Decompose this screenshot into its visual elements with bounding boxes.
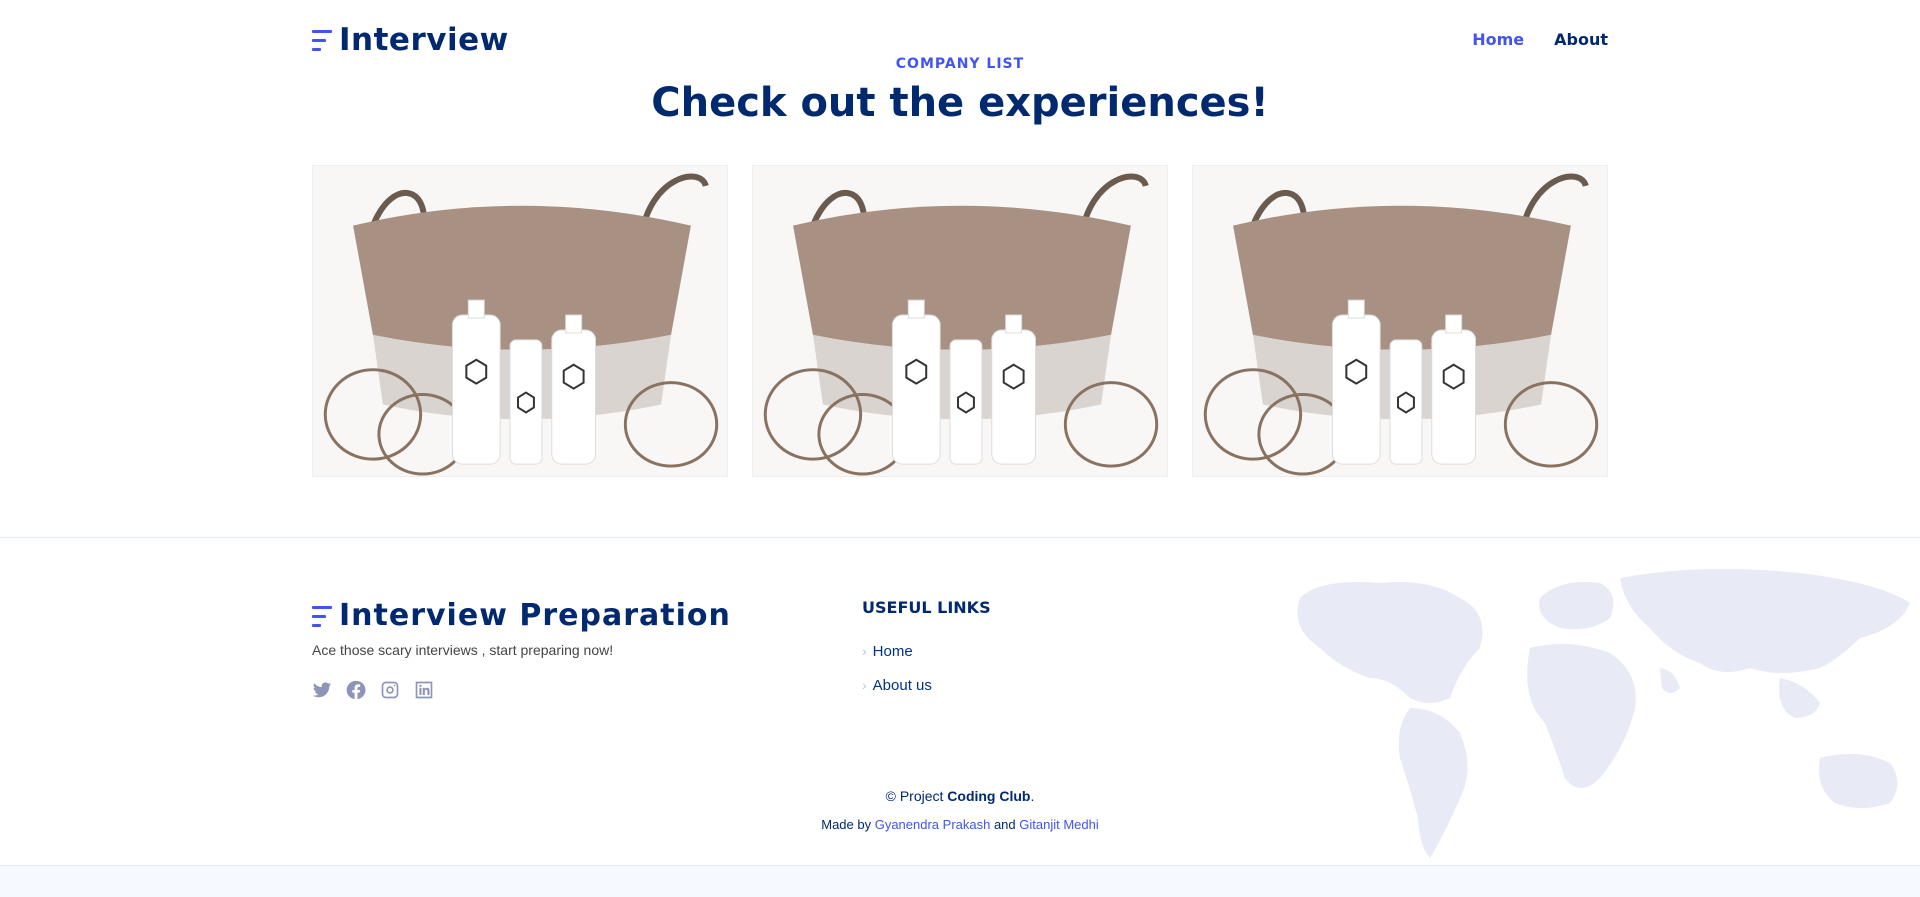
nav-about-link[interactable]: About xyxy=(1554,30,1608,49)
company-card-list xyxy=(312,165,1608,477)
logo-text: Interview xyxy=(339,22,509,58)
footer-home-link[interactable]: Home xyxy=(873,643,913,660)
footer-link-home: › Home xyxy=(862,634,932,668)
chevron-right-icon: › xyxy=(862,643,867,659)
company-card[interactable] xyxy=(312,165,728,477)
footer-link-about: › About us xyxy=(862,668,932,702)
credits-and: and xyxy=(990,817,1020,832)
facebook-icon[interactable] xyxy=(346,680,366,700)
linkedin-icon[interactable] xyxy=(414,680,434,700)
credits: Made by Gyanendra Prakash and Gitanjit M… xyxy=(0,817,1920,832)
copyright-prefix: © Project xyxy=(885,788,948,804)
logo-mark-icon xyxy=(312,602,333,630)
credits-prefix: Made by xyxy=(821,817,875,832)
company-card[interactable] xyxy=(752,165,1168,477)
logo-mark-icon xyxy=(312,26,333,54)
site-footer: Interview Preparation Ace those scary in… xyxy=(0,537,1920,865)
footer-logo[interactable]: Interview Preparation xyxy=(312,598,731,633)
useful-links-title: USEFUL LINKS xyxy=(862,598,991,617)
footer-logo-text: Interview Preparation xyxy=(339,598,731,633)
instagram-icon[interactable] xyxy=(380,680,400,700)
nav-home-link[interactable]: Home xyxy=(1472,30,1524,49)
bottom-band xyxy=(0,865,1920,897)
copyright-suffix: . xyxy=(1030,788,1035,804)
footer-about-link[interactable]: About us xyxy=(873,677,932,694)
footer-tagline: Ace those scary interviews , start prepa… xyxy=(312,642,614,658)
basket-product-image xyxy=(1193,166,1607,476)
page-title: Check out the experiences! xyxy=(651,80,1269,126)
main-nav: Home About xyxy=(1472,30,1608,49)
social-links xyxy=(312,680,434,700)
chevron-right-icon: › xyxy=(862,677,867,693)
copyright-name: Coding Club xyxy=(947,788,1031,804)
header-logo[interactable]: Interview xyxy=(312,22,509,58)
copyright: © Project Coding Club. xyxy=(0,788,1920,804)
section-eyebrow: COMPANY LIST xyxy=(895,56,1025,72)
twitter-icon[interactable] xyxy=(312,680,332,700)
author-link-1[interactable]: Gyanendra Prakash xyxy=(875,817,991,832)
company-card[interactable] xyxy=(1192,165,1608,477)
basket-product-image xyxy=(753,166,1167,476)
basket-product-image xyxy=(313,166,727,476)
useful-links-list: › Home › About us xyxy=(862,634,932,702)
author-link-2[interactable]: Gitanjit Medhi xyxy=(1019,817,1098,832)
